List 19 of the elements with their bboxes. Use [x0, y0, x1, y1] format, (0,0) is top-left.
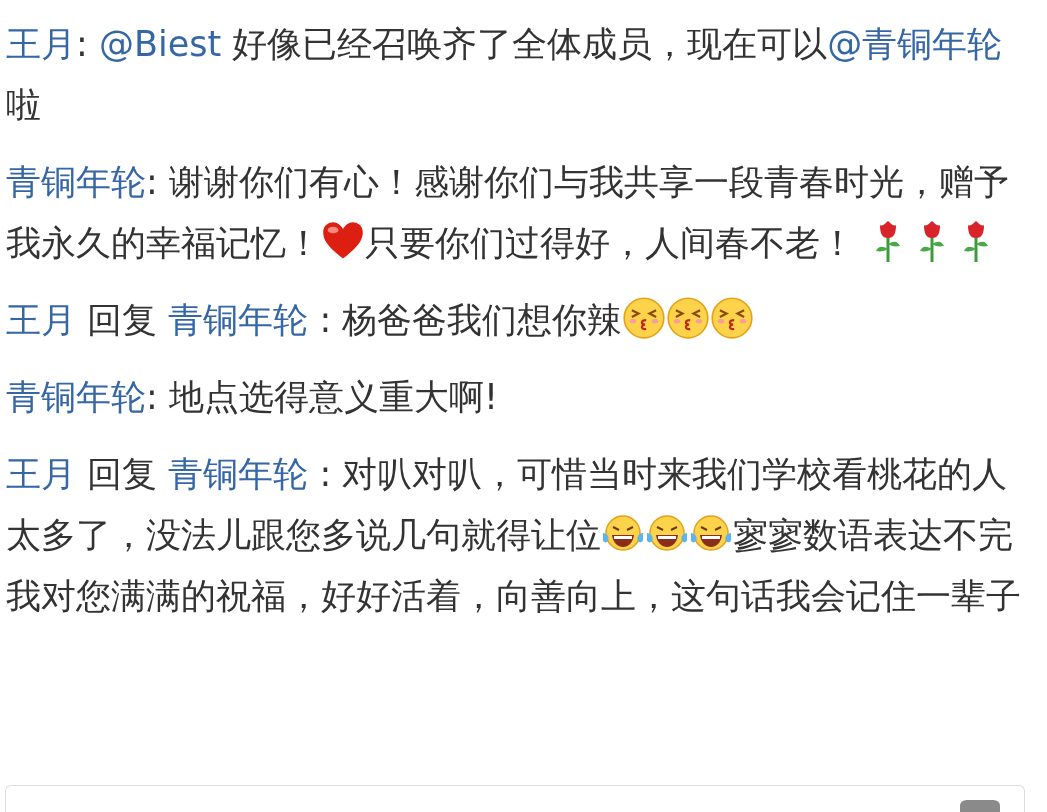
mention-link[interactable]: @Biest	[98, 24, 222, 64]
reply-input-field[interactable]	[5, 785, 1025, 812]
kissing-face-icon	[710, 296, 755, 340]
kissing-face-icon	[622, 296, 667, 340]
username-link[interactable]: 青铜年轮	[6, 162, 146, 202]
username-link[interactable]: 青铜年轮	[168, 454, 309, 494]
username-link[interactable]: 青铜年轮	[6, 377, 146, 417]
username-link[interactable]: 王月	[6, 454, 76, 494]
mention-link[interactable]: @青铜年轮	[827, 24, 1003, 64]
username-link[interactable]: 王月	[6, 300, 76, 340]
username-link[interactable]: 王月	[6, 24, 76, 64]
comment-text: 青铜年轮: 谢谢你们有心！感谢你们与我共享一段青春时光，赠予我永久的幸福记忆！ 只要你们过得好，人间春不老！	[6, 161, 1010, 265]
comment-text: 王月: @Biest 好像已经召唤齐了全体成员，现在可以@青铜年轮 啦	[6, 23, 1004, 127]
kissing-face-icon	[666, 296, 711, 340]
field-icon[interactable]	[960, 800, 1000, 812]
comment-text: 青铜年轮: 地点选得意义重大啊!	[6, 376, 499, 419]
username-link[interactable]: 青铜年轮	[168, 300, 309, 340]
comment-text: 王月 回复 青铜年轮 : 杨爸爸我们想你辣	[6, 290, 1027, 351]
comment-text: 王月 回复 青铜年轮 : 对叭对叭，可惜当时来我们学校看桃花的人太多了，没法儿跟您多说几句就得让位 寥寥数语表达不完我对您满满的祝福，好好活着，向善向上，这句话我会记住一辈子	[6, 453, 1022, 618]
